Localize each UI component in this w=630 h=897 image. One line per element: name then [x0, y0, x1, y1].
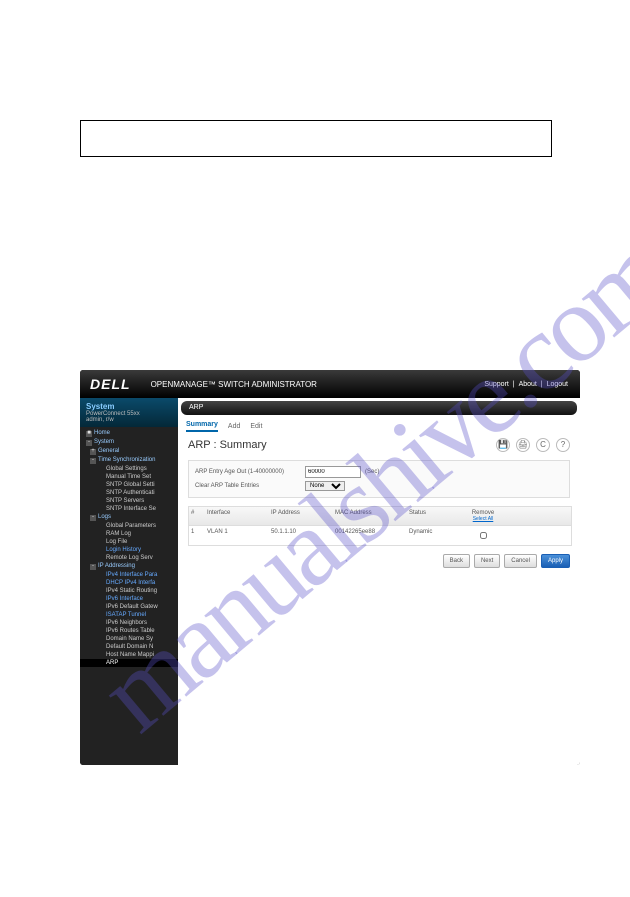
sidebar-item-sntp-global[interactable]: SNTP Global Setti [80, 481, 178, 489]
breadcrumb: ARP [181, 401, 577, 415]
cell-mac: 00142265ee88 [333, 526, 407, 545]
sidebar-item-sntp-iface[interactable]: SNTP Interface Se [80, 505, 178, 513]
sidebar-item-sntp-auth[interactable]: SNTP Authenticati [80, 489, 178, 497]
support-link[interactable]: Support [484, 381, 509, 388]
sidebar-item-host-name-map[interactable]: Host Name Mappi [80, 651, 178, 659]
sidebar-item-remote-log[interactable]: Remote Log Serv [80, 554, 178, 562]
col-mac: MAC Address [333, 507, 407, 525]
ageout-label: ARP Entry Age Out (1-40000000) [195, 469, 305, 475]
back-button[interactable]: Back [443, 554, 470, 568]
dell-logo: DELL [90, 376, 131, 392]
sidebar-item-ip-addressing[interactable]: -IP Addressing [80, 562, 178, 571]
sidebar-item-sntp-servers[interactable]: SNTP Servers [80, 497, 178, 505]
sidebar-item-dhcp-ipv4[interactable]: DHCP IPv4 Interfa [80, 579, 178, 587]
settings-form: ARP Entry Age Out (1-40000000) (Sec) Cle… [188, 460, 570, 498]
app-header: DELL OPENMANAGE™ SWITCH ADMINISTRATOR Su… [80, 370, 580, 398]
help-icon[interactable]: ? [556, 438, 570, 452]
sidebar-item-ipv6-neighbors[interactable]: IPv6 Neighbors [80, 619, 178, 627]
col-interface: Interface [205, 507, 269, 525]
sidebar-item-global-settings[interactable]: Global Settings [80, 465, 178, 473]
next-button[interactable]: Next [474, 554, 500, 568]
sidebar-item-default-domain[interactable]: Default Domain N [80, 643, 178, 651]
sidebar-item-ipv6-routes[interactable]: IPv6 Routes Table [80, 627, 178, 635]
sidebar-item-global-params[interactable]: Global Parameters [80, 522, 178, 530]
sidebar-item-ipv4-iface[interactable]: IPv4 Interface Para [80, 571, 178, 579]
arp-table: # Interface IP Address MAC Address Statu… [188, 506, 572, 546]
tab-edit[interactable]: Edit [250, 423, 262, 432]
sidebar-item-ram-log[interactable]: RAM Log [80, 530, 178, 538]
table-header: # Interface IP Address MAC Address Statu… [189, 507, 571, 526]
remove-checkbox[interactable] [480, 532, 487, 539]
sidebar-item-ipv4-static[interactable]: IPv4 Static Routing [80, 587, 178, 595]
sidebar-item-dns[interactable]: Domain Name Sy [80, 635, 178, 643]
col-num: # [189, 507, 205, 525]
sidebar-item-logs[interactable]: -Logs [80, 513, 178, 522]
ageout-input[interactable] [305, 466, 361, 478]
sidebar-item-timesync[interactable]: -Time Synchronization [80, 456, 178, 465]
sidebar-item-ipv6-gateway[interactable]: IPv6 Default Gatew [80, 603, 178, 611]
page-top-box [80, 120, 552, 157]
refresh-icon[interactable]: C [536, 438, 550, 452]
clear-label: Clear ARP Table Entries [195, 483, 305, 489]
clear-select[interactable]: None [305, 481, 345, 491]
sidebar-system-label: System [86, 402, 172, 411]
table-row: 1 VLAN 1 50.1.1.10 00142265ee88 Dynamic [189, 526, 571, 545]
sidebar: System PowerConnect 55xx admin, r/w ■Hom… [80, 398, 178, 765]
print-icon[interactable]: 🖨 [516, 438, 530, 452]
sidebar-item-system[interactable]: -System [80, 438, 178, 447]
apply-button[interactable]: Apply [541, 554, 570, 568]
content: ARP : Summary 💾 🖨 C ? ARP Entry Age Out … [178, 432, 580, 765]
cell-ip: 50.1.1.10 [269, 526, 333, 545]
header-links: Support | About | Logout [482, 381, 570, 388]
sidebar-top: System PowerConnect 55xx admin, r/w [80, 398, 178, 427]
cell-interface: VLAN 1 [205, 526, 269, 545]
sidebar-item-isatap[interactable]: ISATAP Tunnel [80, 611, 178, 619]
col-ip: IP Address [269, 507, 333, 525]
app-window: DELL OPENMANAGE™ SWITCH ADMINISTRATOR Su… [80, 370, 580, 765]
select-all-link[interactable]: Select All [463, 516, 503, 522]
logout-link[interactable]: Logout [547, 381, 568, 388]
ageout-unit: (Sec) [365, 469, 379, 475]
cell-num: 1 [189, 526, 205, 545]
sidebar-item-manual-time[interactable]: Manual Time Set [80, 473, 178, 481]
about-link[interactable]: About [519, 381, 537, 388]
sidebar-item-arp[interactable]: ARP [80, 659, 178, 667]
nav-tree: ■Home -System +General -Time Synchroniza… [80, 427, 178, 669]
col-status: Status [407, 507, 461, 525]
save-icon[interactable]: 💾 [496, 438, 510, 452]
app-title: OPENMANAGE™ SWITCH ADMINISTRATOR [151, 380, 317, 389]
sidebar-item-home[interactable]: ■Home [80, 429, 178, 438]
cell-status: Dynamic [407, 526, 461, 545]
sidebar-item-ipv6-iface[interactable]: IPv6 Interface [80, 595, 178, 603]
col-remove: Remove Select All [461, 507, 505, 525]
sidebar-item-general[interactable]: +General [80, 447, 178, 456]
tab-summary[interactable]: Summary [186, 421, 218, 432]
page-title: ARP : Summary [188, 439, 267, 451]
main-panel: ARP Summary Add Edit ARP : Summary 💾 🖨 C… [178, 398, 580, 765]
tabs: Summary Add Edit [178, 418, 580, 432]
sidebar-user: admin, r/w [86, 417, 172, 423]
button-row: Back Next Cancel Apply [188, 554, 570, 568]
cancel-button[interactable]: Cancel [504, 554, 537, 568]
tab-add[interactable]: Add [228, 423, 240, 432]
sidebar-item-login-history[interactable]: Login History [80, 546, 178, 554]
sidebar-item-log-file[interactable]: Log File [80, 538, 178, 546]
